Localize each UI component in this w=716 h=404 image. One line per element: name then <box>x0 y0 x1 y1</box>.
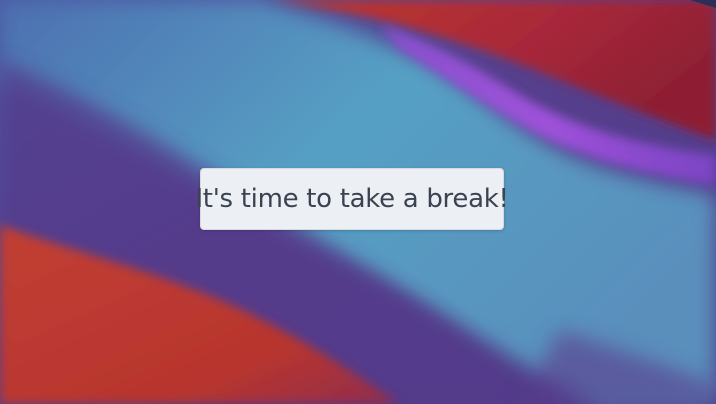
break-reminder-message: It's time to take a break! <box>195 184 509 214</box>
break-reminder-card: It's time to take a break! <box>195 168 509 230</box>
